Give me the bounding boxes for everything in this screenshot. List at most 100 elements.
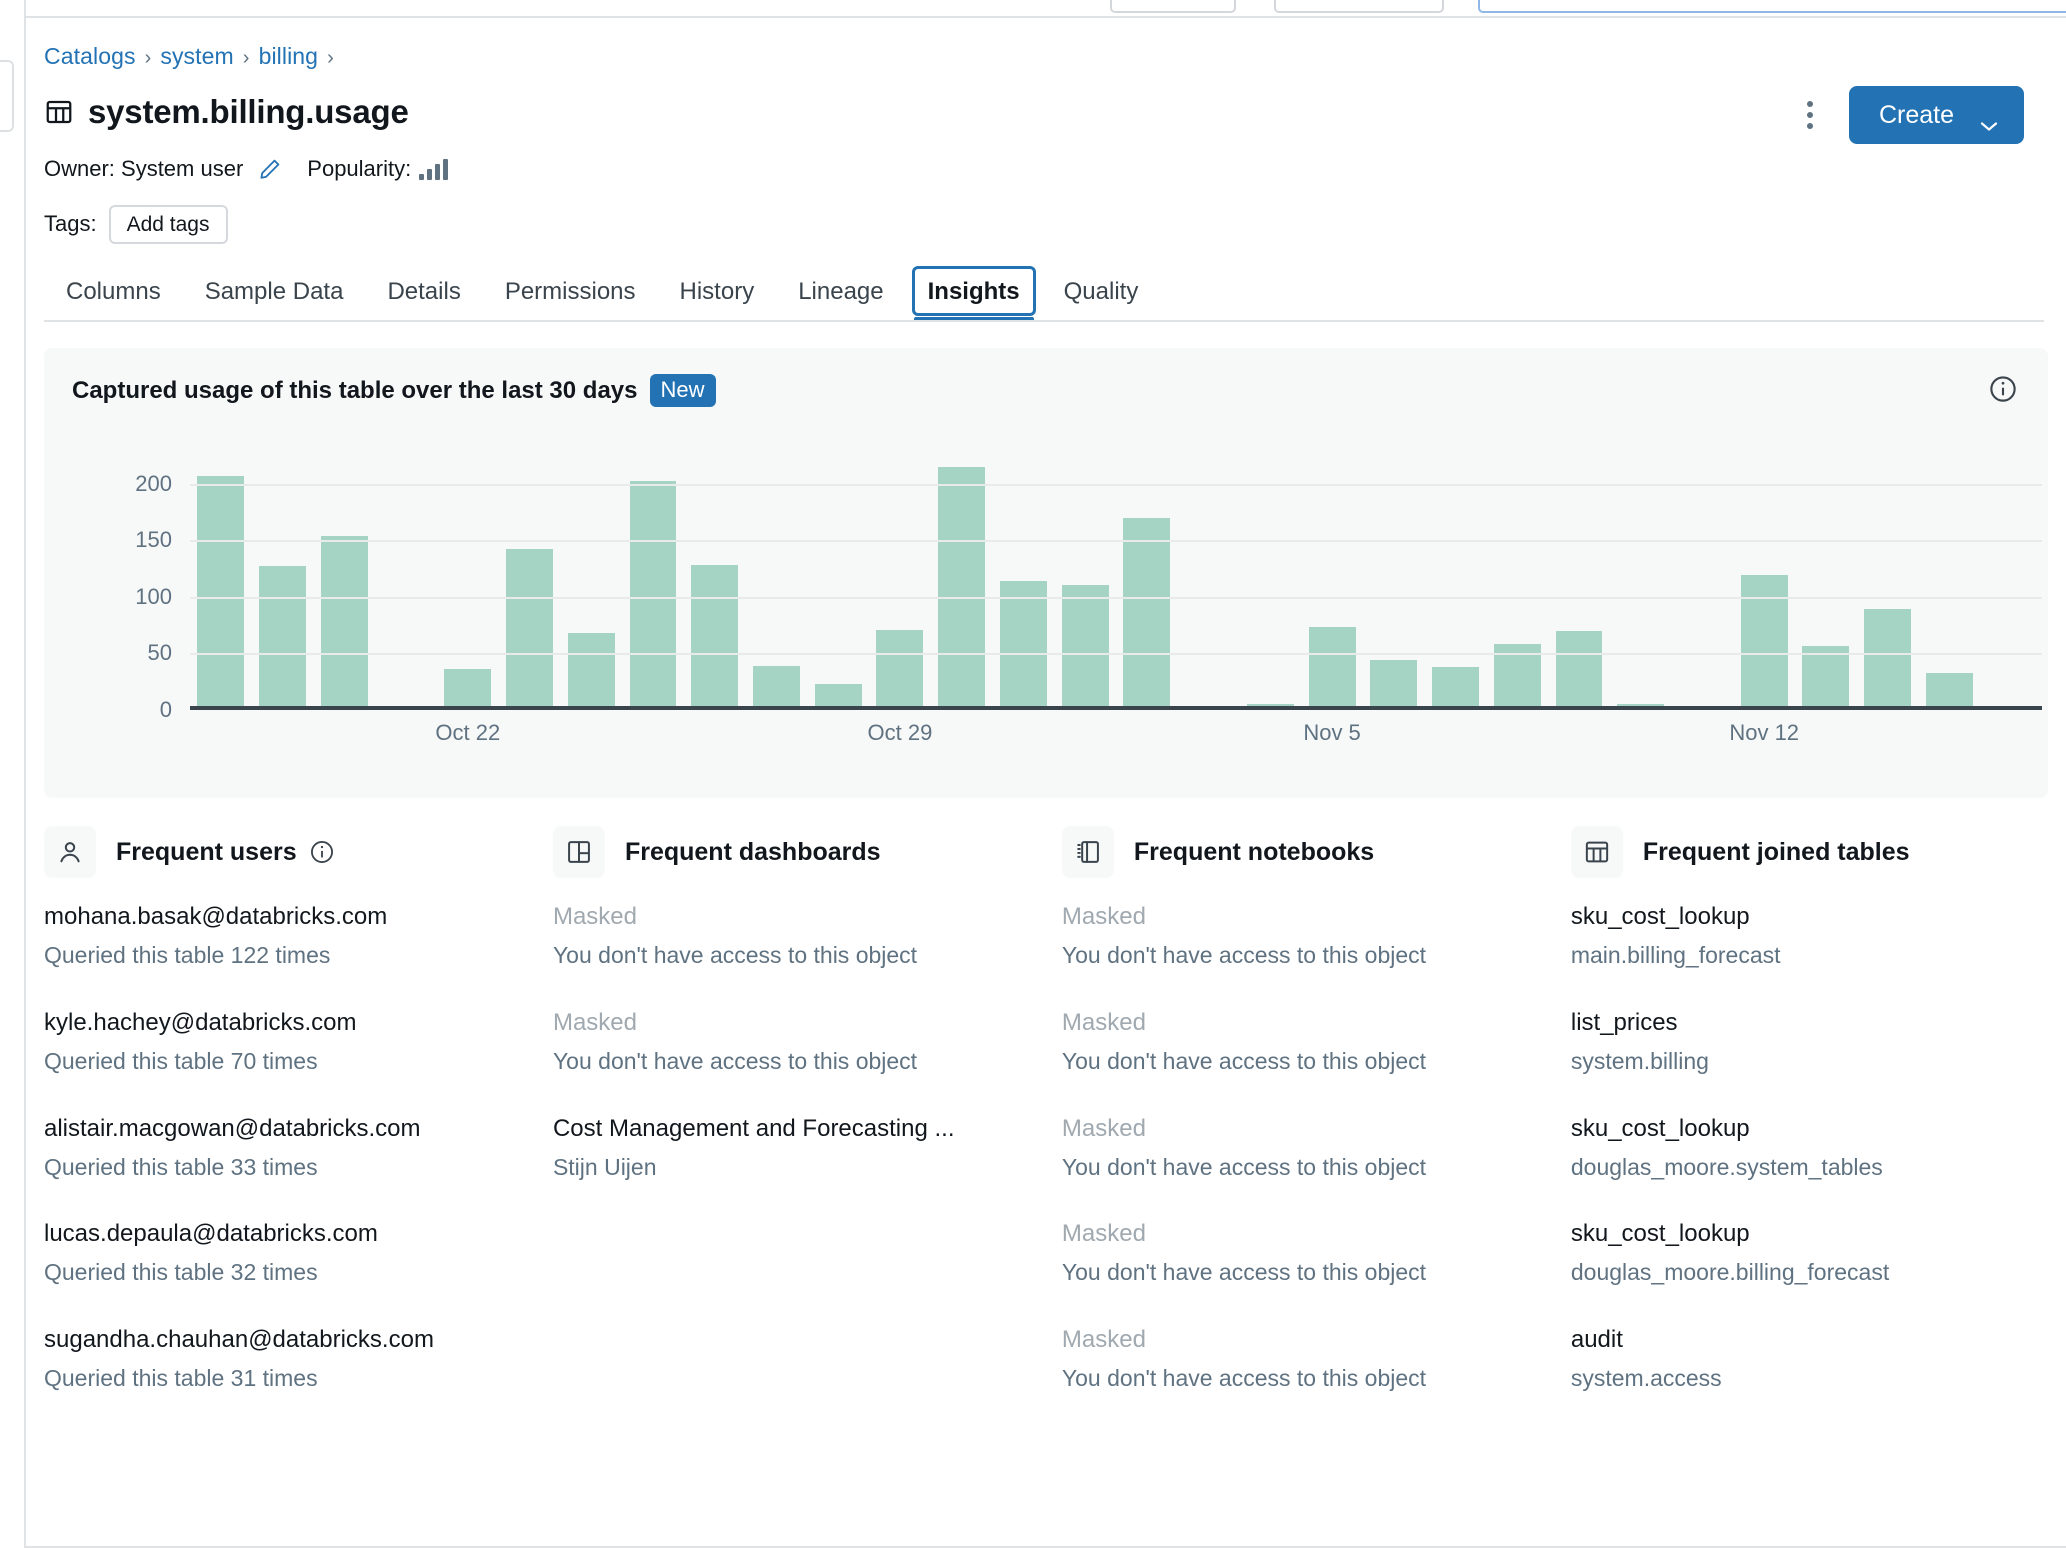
list-item[interactable]: sugandha.chauhan@databricks.com Queried t…	[44, 1325, 553, 1393]
chart-y-tick-label: 50	[147, 640, 172, 666]
tab-permissions[interactable]: Permissions	[483, 278, 658, 322]
list-item-subtitle: douglas_moore.billing_forecast	[1570, 1259, 1890, 1286]
chart-x-tick-label: Nov 12	[1729, 720, 1800, 745]
tab-history[interactable]: History	[658, 278, 777, 322]
chart-y-tick-label: 200	[135, 470, 172, 496]
list-item[interactable]: sku_cost_lookup douglas_moore.system_tabl…	[1571, 1114, 2048, 1182]
insights-columns: Frequent users mohana.basak@databricks.co…	[44, 826, 2048, 1431]
list-item-subtitle: Queried this table 122 times	[44, 942, 331, 968]
breadcrumb-item-system[interactable]: system	[160, 43, 233, 69]
list-item-title: list_prices	[1570, 1008, 1678, 1036]
list-item-title: Masked	[1061, 1326, 1146, 1353]
list-item-title: sku_cost_lookup	[1570, 903, 1750, 930]
chart-bar[interactable]	[1925, 672, 1973, 710]
chart-bar[interactable]	[1432, 667, 1479, 710]
list-item[interactable]: Masked You don't have access to this obje…	[553, 1008, 1062, 1076]
tab-quality[interactable]: Quality	[1042, 278, 1161, 322]
chart-bar[interactable]	[938, 466, 986, 710]
chart-plot-area: 0 50 100 150 200	[135, 450, 2042, 722]
pencil-icon[interactable]	[257, 156, 283, 182]
list-item[interactable]: Masked You don't have access to this obje…	[1062, 1219, 1571, 1287]
chart-bar[interactable]	[259, 566, 307, 710]
app-frame: Catalogs › system › billing › system.billing.…	[0, 0, 2066, 1548]
chart-bar[interactable]	[629, 480, 677, 710]
list-item[interactable]: Masked You don't have access to this obje…	[553, 902, 1062, 970]
chart-bar[interactable]	[753, 665, 800, 710]
create-button[interactable]: Create	[1848, 86, 2024, 144]
list-item-title: alistair.macgowan@databricks.com	[44, 1114, 421, 1142]
notebook-icon	[1061, 826, 1114, 878]
add-tags-button[interactable]: Add tags	[108, 204, 228, 244]
list-item[interactable]: Masked You don't have access to this obje…	[1062, 1008, 1571, 1076]
list-item[interactable]: mohana.basak@databricks.com Queried this …	[44, 902, 553, 970]
chart-bar[interactable]	[1740, 575, 1788, 710]
breadcrumb-separator: ›	[144, 47, 152, 69]
tab-label: Insights	[927, 278, 1020, 305]
chart-bar[interactable]	[1864, 609, 1912, 710]
new-badge: New	[649, 374, 716, 408]
chart-bar[interactable]	[1555, 630, 1603, 710]
rail-collapse-stub[interactable]	[0, 60, 14, 132]
tab-insights[interactable]: Insights	[906, 266, 1042, 322]
list-item[interactable]: sku_cost_lookup douglas_moore.billing_for…	[1571, 1219, 2048, 1287]
owner-label: Owner: System user	[44, 156, 244, 181]
list-item-title: sugandha.chauhan@databricks.com	[44, 1326, 434, 1353]
usage-card-title: Captured usage of this table over the la…	[72, 376, 638, 404]
chart-bar[interactable]	[197, 476, 245, 710]
usage-bar-chart: 0 50 100 150 200 Oct 22 Oct 29 Nov 5 Nov 12	[72, 440, 2056, 770]
list-item[interactable]: audit system.access	[1571, 1325, 2048, 1393]
dashboard-icon	[552, 826, 605, 878]
top-tab-stub-2[interactable]	[1274, 0, 1444, 13]
chart-y-tick-label: 150	[135, 527, 172, 553]
chart-bar[interactable]	[506, 549, 553, 710]
chart-y-tick-label: 0	[159, 697, 172, 722]
breadcrumb-item-catalogs[interactable]: Catalogs	[44, 43, 136, 69]
create-button-label: Create	[1878, 100, 1954, 129]
top-tab-stub-1[interactable]	[1110, 0, 1236, 13]
chart-bar[interactable]	[1370, 660, 1418, 710]
chart-gridline	[190, 596, 2042, 599]
top-tab-stub-active[interactable]	[1478, 0, 2066, 13]
chart-bar[interactable]	[567, 633, 615, 710]
page-title: system.billing.usage	[88, 93, 409, 130]
chart-bar[interactable]	[691, 565, 739, 710]
list-item[interactable]: alistair.macgowan@databricks.com Queried …	[44, 1114, 553, 1182]
tab-label: Lineage	[798, 278, 884, 305]
metadata-row: Owner: System user Popularity:	[44, 154, 2066, 184]
chart-x-tick-label: Oct 22	[435, 720, 501, 745]
list-item[interactable]: Masked You don't have access to this obje…	[1062, 902, 1571, 970]
tab-columns[interactable]: Columns	[44, 278, 183, 322]
list-item[interactable]: lucas.depaula@databricks.com Queried this…	[44, 1219, 553, 1287]
chart-bar[interactable]	[1308, 627, 1356, 710]
list-item[interactable]: Cost Management and Forecasting ... Stijn…	[553, 1114, 1062, 1182]
info-circle-icon[interactable]	[309, 839, 335, 865]
list-item-subtitle: You don't have access to this object	[552, 1047, 918, 1074]
list-item-subtitle: Queried this table 31 times	[44, 1365, 318, 1391]
chart-bar[interactable]	[876, 629, 924, 710]
tab-details[interactable]: Details	[365, 278, 482, 322]
list-item-title: Masked	[1061, 1008, 1146, 1036]
breadcrumb-item-billing[interactable]: billing	[259, 43, 319, 69]
chart-bar[interactable]	[1123, 517, 1171, 710]
tab-lineage[interactable]: Lineage	[776, 278, 905, 322]
tags-row: Tags: Add tags	[44, 204, 2066, 244]
info-circle-icon[interactable]	[1988, 374, 2018, 404]
chart-bar[interactable]	[320, 535, 368, 710]
page-title-row: system.billing.usage	[44, 88, 2066, 136]
chart-bar[interactable]	[444, 669, 492, 710]
list-item[interactable]: list_prices system.billing	[1571, 1008, 2048, 1076]
list-item[interactable]: sku_cost_lookup main.billing_forecast	[1571, 902, 2048, 970]
list-item[interactable]: Masked You don't have access to this obje…	[1062, 1325, 1571, 1393]
list-item[interactable]: Masked You don't have access to this obje…	[1062, 1114, 1571, 1182]
chart-gridline	[190, 483, 2042, 486]
column-header: Frequent joined tables	[1570, 826, 2048, 878]
list-item[interactable]: kyle.hachey@databricks.com Queried this t…	[44, 1008, 553, 1076]
more-vertical-icon[interactable]	[1793, 95, 1827, 135]
column-title: Frequent dashboards	[624, 837, 881, 866]
chart-bar[interactable]	[999, 581, 1047, 710]
table-icon	[1570, 826, 1623, 878]
tab-sample-data[interactable]: Sample Data	[183, 278, 366, 322]
chart-bar[interactable]	[1061, 584, 1109, 710]
list-item-subtitle: system.billing	[1570, 1047, 1709, 1074]
tags-label: Tags:	[44, 211, 97, 236]
